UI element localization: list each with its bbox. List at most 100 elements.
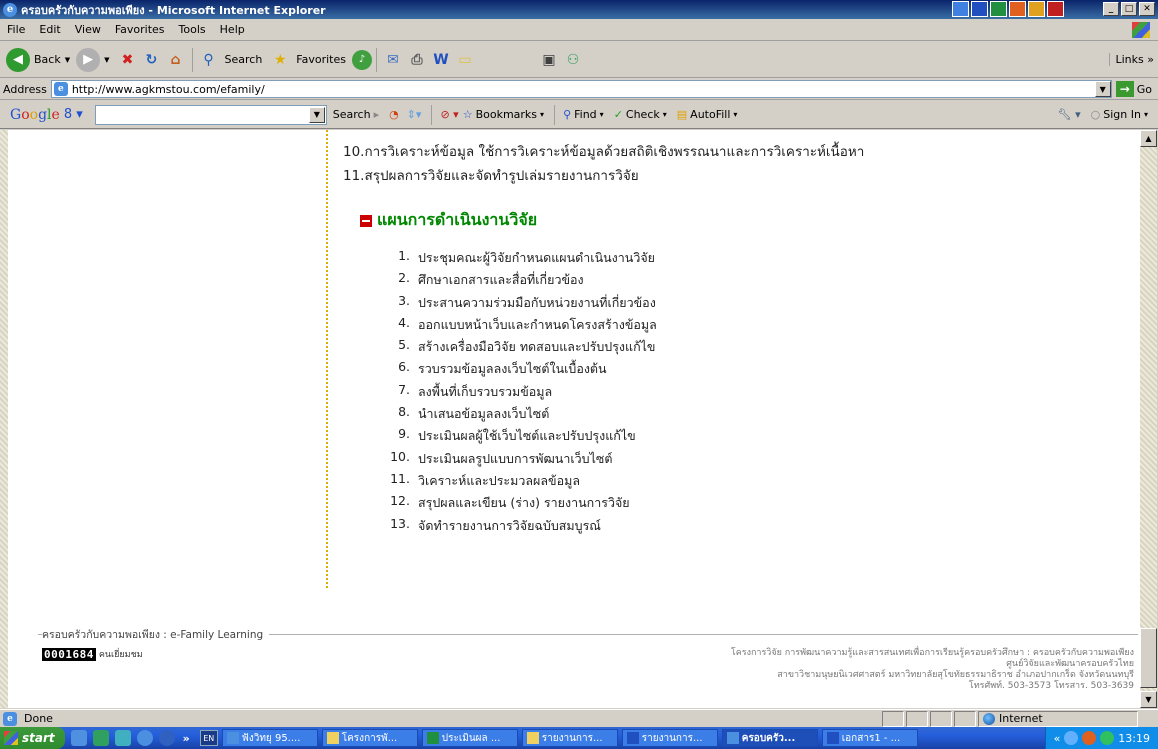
mail-icon[interactable]: ✉ <box>381 48 405 72</box>
window-titlebar: e ครอบครัวกับความพอเพียง - Microsoft Int… <box>0 0 1158 19</box>
footer-line: โทรศัพท์. 503-3573 โทรสาร. 503-3639 <box>968 681 1134 691</box>
media-player-icon[interactable] <box>158 730 175 746</box>
discuss-icon[interactable]: ▭ <box>453 48 477 72</box>
taskbar-item[interactable]: โครงการพั... <box>321 729 418 747</box>
list-item: 7. ลงพื้นที่เก็บรวบรวมข้อมูล <box>398 381 553 399</box>
list-item: 12. สรุปผลและเขียน (ร่าง) รายงานการวิจัย <box>390 493 630 511</box>
find-button[interactable]: ⚲ Find ▾ <box>563 108 604 121</box>
taskbar-item[interactable]: เอกสาร1 - ... <box>821 729 918 747</box>
chevron-down-icon[interactable]: ▼ <box>65 56 70 64</box>
google-search-input[interactable]: ▼ <box>94 104 327 125</box>
taskbar-item-active[interactable]: ครอบครัว... <box>721 729 818 747</box>
status-text: Done <box>24 712 53 725</box>
google-menu-badge[interactable]: 8 ▾ <box>64 107 83 122</box>
stop-icon[interactable]: ✖ <box>116 48 140 72</box>
find-label: Find <box>574 108 597 121</box>
footer-contact: โครงการวิจัย การพัฒนาความรู้และสารสนเทศเ… <box>731 648 1134 692</box>
chevron-down-icon[interactable]: ▼ <box>104 56 109 64</box>
maximize-button[interactable]: □ <box>1121 2 1137 16</box>
search-label: Search <box>224 53 263 66</box>
media-icon[interactable]: ♪ <box>352 49 372 70</box>
access-icon[interactable] <box>1047 1 1064 17</box>
print-icon[interactable]: ⎙ <box>405 48 429 72</box>
wrench-icon[interactable]: 🔧︎ ▾ <box>1058 108 1081 121</box>
quicklaunch-icon[interactable] <box>70 730 87 746</box>
go-button[interactable]: → Go <box>1115 81 1152 97</box>
arrow-icon[interactable]: ⇕▾ <box>407 108 422 121</box>
google-logo[interactable]: Google <box>10 107 60 123</box>
taskbar-item[interactable]: ประเมินผล ... <box>421 729 518 747</box>
sign-in-button[interactable]: ○ Sign In ▾ <box>1091 108 1148 121</box>
minimize-button[interactable]: _ <box>1103 2 1119 16</box>
antivirus-icon[interactable] <box>1082 731 1097 745</box>
close-button[interactable]: ✕ <box>1139 2 1155 16</box>
chevron-down-icon[interactable]: ▼ <box>308 106 325 123</box>
network-icon[interactable] <box>1064 731 1079 745</box>
spellcheck-icon: ✓ <box>613 108 623 121</box>
scroll-up-button[interactable]: ▲ <box>1140 130 1157 147</box>
taskbar-item[interactable]: ฟังวิทยุ 95.... <box>221 729 318 747</box>
back-button[interactable]: ◀ Back ▼ <box>6 47 70 72</box>
links-button[interactable]: Links » <box>1108 53 1154 66</box>
chevron-down-icon[interactable]: ▼ <box>1094 81 1111 97</box>
section-title: แผนการดำเนินงานวิจัย <box>377 210 538 229</box>
autofill-button[interactable]: ▤ AutoFill ▾ <box>677 108 738 121</box>
research-icon[interactable]: ▣ <box>537 48 561 72</box>
app-icon[interactable] <box>952 1 969 17</box>
messenger-icon[interactable] <box>114 730 131 746</box>
collapse-minus-icon[interactable] <box>360 214 372 227</box>
quicklaunch-chevron[interactable]: » <box>183 732 190 745</box>
search-button[interactable]: ⚲ Search <box>197 48 263 72</box>
menu-favorites[interactable]: Favorites <box>108 23 172 36</box>
clock[interactable]: 13:19 <box>1118 732 1150 745</box>
find-icon: ⚲ <box>563 108 572 121</box>
menu-view[interactable]: View <box>68 23 108 36</box>
chevron-down-icon: ▾ <box>662 110 667 119</box>
language-indicator[interactable]: EN <box>199 730 218 746</box>
pagerank-icon[interactable]: ◔ <box>389 108 399 121</box>
start-button[interactable]: start <box>0 727 65 749</box>
vertical-scrollbar[interactable]: ▲ ▼ <box>1140 130 1157 708</box>
refresh-icon[interactable]: ↻ <box>140 48 164 72</box>
chevron-down-icon: ▾ <box>733 110 738 119</box>
sign-in-label: Sign In <box>1103 108 1141 121</box>
ie-icon[interactable] <box>136 730 153 746</box>
footer-brand: ครอบครัวกับความพอเพียง : e-Family Learni… <box>42 626 270 643</box>
messenger-icon[interactable]: ⚇ <box>561 48 585 72</box>
check-label: Check <box>625 108 660 121</box>
scroll-down-button[interactable]: ▼ <box>1140 691 1157 708</box>
address-input[interactable]: e http://www.agkmstou.com/efamily/ ▼ <box>50 80 1112 98</box>
section-heading: แผนการดำเนินงานวิจัย <box>360 208 537 233</box>
forward-arrow-icon: ▶ <box>76 47 101 72</box>
powerpoint-icon[interactable] <box>1009 1 1026 17</box>
popup-blocker-icon[interactable]: ⊘ ▾ <box>440 108 458 121</box>
messenger-tray-icon[interactable] <box>1100 731 1115 745</box>
go-arrow-icon: → <box>1115 81 1134 97</box>
word-icon <box>626 732 639 744</box>
list-item: 2. ศึกษาเอกสารและสื่อที่เกี่ยวข้อง <box>398 270 584 288</box>
list-item: 3. ประสานความร่วมมือกับหน่วยงานที่เกี่ยวข… <box>398 292 656 310</box>
favorites-button[interactable]: ★ Favorites <box>268 48 346 72</box>
bookmarks-button[interactable]: ☆ Bookmarks ▾ <box>463 108 544 121</box>
office-icon[interactable] <box>1028 1 1045 17</box>
excel-icon[interactable] <box>990 1 1007 17</box>
menu-help[interactable]: Help <box>213 23 252 36</box>
forward-button[interactable]: ▶ ▼ <box>76 47 110 72</box>
check-button[interactable]: ✓ Check ▾ <box>614 108 667 121</box>
footer-line: สาขาวิชามนุษยนิเวศศาสตร์ มหาวิทยาลัยสุโข… <box>777 670 1134 680</box>
folder-icon <box>526 732 539 744</box>
edit-icon[interactable]: W <box>429 48 453 72</box>
taskbar-item[interactable]: รายงานการ... <box>621 729 718 747</box>
links-label: Links <box>1115 53 1144 66</box>
windows-logo-icon <box>4 731 18 745</box>
scroll-thumb[interactable] <box>1140 628 1157 688</box>
taskbar-item[interactable]: รายงานการ... <box>521 729 618 747</box>
word-icon[interactable] <box>971 1 988 17</box>
menu-edit[interactable]: Edit <box>32 23 67 36</box>
google-search-button[interactable]: Search ▸ <box>333 108 379 121</box>
menu-tools[interactable]: Tools <box>172 23 213 36</box>
menu-file[interactable]: File <box>0 23 32 36</box>
home-icon[interactable]: ⌂ <box>164 48 188 72</box>
quicklaunch-icon[interactable] <box>92 730 109 746</box>
tray-chevron[interactable]: « <box>1054 732 1061 745</box>
